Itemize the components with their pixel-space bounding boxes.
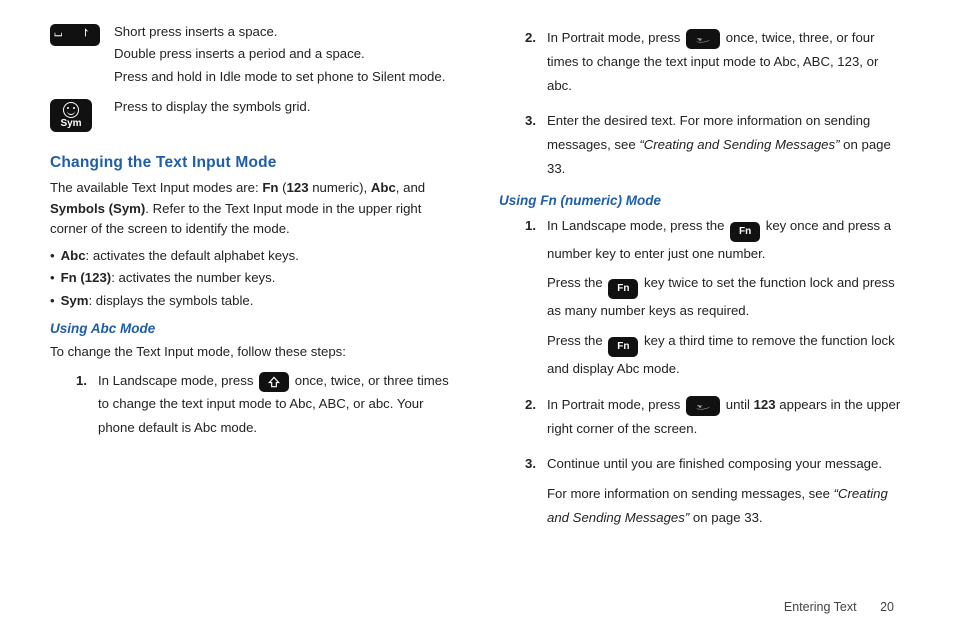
text: Fn [262, 180, 278, 195]
text: Sym [61, 293, 89, 308]
list-item: In Landscape mode, press the Fn key once… [525, 214, 904, 381]
svg-text:*a↑: *a↑ [697, 37, 703, 41]
list-item: Continue until you are finished composin… [525, 452, 904, 529]
text: Short press inserts a space. [114, 22, 445, 42]
text: Press to display the symbols grid. [114, 97, 310, 117]
text: In Landscape mode, press [98, 373, 257, 388]
abc-instruction: To change the Text Input mode, follow th… [50, 342, 455, 362]
text: In Portrait mode, press [547, 397, 684, 412]
subhead-abc-mode: Using Abc Mode [50, 321, 455, 336]
page-footer: Entering Text 20 [784, 600, 894, 614]
text: Symbols (Sym) [50, 201, 145, 216]
heading-changing-mode: Changing the Text Input Mode [50, 154, 455, 172]
space-key-desc: Short press inserts a space. Double pres… [114, 22, 445, 89]
text: Abc [61, 248, 86, 263]
sym-key-icon: Sym [50, 99, 100, 132]
reference-link: “Creating and Sending Messages” [639, 137, 839, 152]
text: numeric), [309, 180, 371, 195]
text: , and [396, 180, 425, 195]
key-row-space: ⌴ ⨡ Short press inserts a space. Double … [50, 22, 455, 89]
text: 123 [287, 180, 309, 195]
fn-key-icon: Fn [730, 222, 760, 242]
footer-page-number: 20 [880, 600, 894, 614]
list-item: Enter the desired text. For more informa… [525, 109, 904, 180]
intro-paragraph: The available Text Input modes are: Fn (… [50, 178, 455, 239]
space-key-glyph: ⌴ ⨡ [50, 24, 100, 46]
text: For more information on sending messages… [547, 486, 834, 501]
text: Double press inserts a period and a spac… [114, 44, 445, 64]
key-row-sym: Sym Press to display the symbols grid. [50, 97, 455, 132]
text: until [726, 397, 754, 412]
abc-steps: In Landscape mode, press once, twice, or… [50, 369, 455, 440]
text: Continue until you are finished composin… [547, 456, 882, 471]
sym-key-desc: Press to display the symbols grid. [114, 97, 310, 119]
text: The available Text Input modes are: [50, 180, 262, 195]
text: : displays the symbols table. [88, 293, 253, 308]
abc-steps-cont: In Portrait mode, press *a↑ once, twice,… [499, 26, 904, 181]
fn-steps: In Landscape mode, press the Fn key once… [499, 214, 904, 530]
space-key-icon: ⌴ ⨡ [50, 24, 100, 46]
list-item: In Portrait mode, press *a↑ until 123 ap… [525, 393, 904, 441]
text: : activates the default alphabet keys. [86, 248, 299, 263]
star-key-icon: *a↑ [686, 396, 720, 416]
text: Press the [547, 275, 606, 290]
page: ⌴ ⨡ Short press inserts a space. Double … [0, 0, 954, 636]
footer-section: Entering Text [784, 600, 857, 614]
list-item: Abc: activates the default alphabet keys… [50, 246, 455, 266]
right-column: In Portrait mode, press *a↑ once, twice,… [477, 22, 904, 636]
text: Press the [547, 333, 606, 348]
fn-key-icon: Fn [608, 337, 638, 357]
list-item: In Portrait mode, press *a↑ once, twice,… [525, 26, 904, 97]
text: : activates the number keys. [111, 270, 275, 285]
text: 123 [754, 397, 776, 412]
text: on page 33. [689, 510, 762, 525]
text: ( [278, 180, 286, 195]
mode-bullet-list: Abc: activates the default alphabet keys… [50, 246, 455, 311]
text: Abc [371, 180, 396, 195]
list-item: Sym: displays the symbols table. [50, 291, 455, 311]
text: In Portrait mode, press [547, 30, 684, 45]
fn-key-icon: Fn [608, 279, 638, 299]
text: Fn (123) [61, 270, 112, 285]
star-key-icon: *a↑ [686, 29, 720, 49]
list-item: Fn (123): activates the number keys. [50, 268, 455, 288]
svg-text:*a↑: *a↑ [697, 404, 703, 408]
sym-label: Sym [60, 118, 81, 130]
subhead-fn-mode: Using Fn (numeric) Mode [499, 193, 904, 208]
text: In Landscape mode, press the [547, 218, 728, 233]
text: Press and hold in Idle mode to set phone… [114, 67, 445, 87]
list-item: In Landscape mode, press once, twice, or… [76, 369, 455, 440]
shift-key-icon [259, 372, 289, 392]
left-column: ⌴ ⨡ Short press inserts a space. Double … [50, 22, 477, 636]
